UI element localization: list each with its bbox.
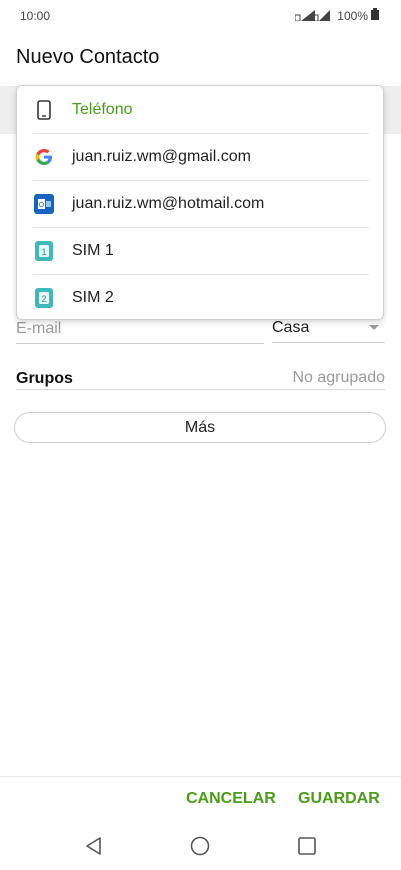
account-option-label: Teléfono (72, 100, 133, 118)
google-icon (34, 147, 54, 167)
status-bar: 10:00 100% (0, 0, 401, 32)
save-button[interactable]: GUARDAR (298, 790, 380, 808)
groups-value: No agrupado (292, 369, 385, 386)
outlook-icon: O (34, 193, 54, 214)
account-dropdown: Teléfono juan.ruiz.wm@gmail.com O juan.r… (16, 85, 384, 320)
sim2-icon: 2 (34, 287, 54, 308)
battery-icon (371, 8, 379, 23)
signal-icon (295, 10, 316, 21)
caret-down-icon (369, 325, 379, 330)
more-button[interactable]: Más (14, 412, 386, 443)
status-time: 10:00 (20, 9, 51, 23)
signal-icon-2 (310, 10, 332, 21)
back-icon[interactable] (82, 834, 106, 858)
sim1-icon: 1 (34, 240, 54, 261)
battery-text: 100% (337, 8, 368, 23)
account-option-gmail[interactable]: juan.ruiz.wm@gmail.com (17, 133, 383, 180)
cancel-button[interactable]: CANCELAR (186, 790, 276, 808)
page-title: Nuevo Contacto (16, 46, 160, 68)
groups-row[interactable]: Grupos No agrupado (16, 362, 385, 390)
groups-label: Grupos (16, 370, 73, 387)
account-option-sim2[interactable]: 2 SIM 2 (17, 274, 383, 321)
navigation-bar (0, 826, 401, 870)
account-option-phone[interactable]: Teléfono (17, 86, 383, 133)
email-type-value: Casa (272, 319, 310, 336)
account-option-label: juan.ruiz.wm@hotmail.com (72, 194, 265, 212)
account-option-hotmail[interactable]: O juan.ruiz.wm@hotmail.com (17, 180, 383, 227)
phone-icon (34, 99, 54, 120)
account-option-sim1[interactable]: 1 SIM 1 (17, 227, 383, 274)
recent-apps-icon[interactable] (295, 834, 319, 858)
account-option-label: SIM 2 (72, 288, 114, 306)
account-option-label: juan.ruiz.wm@gmail.com (72, 147, 251, 165)
home-icon[interactable] (188, 834, 212, 858)
account-option-label: SIM 1 (72, 241, 114, 259)
divider (0, 776, 401, 777)
svg-text:2: 2 (41, 294, 46, 304)
status-icons: 100% (295, 8, 379, 23)
svg-text:1: 1 (41, 247, 46, 257)
svg-text:O: O (39, 202, 45, 209)
